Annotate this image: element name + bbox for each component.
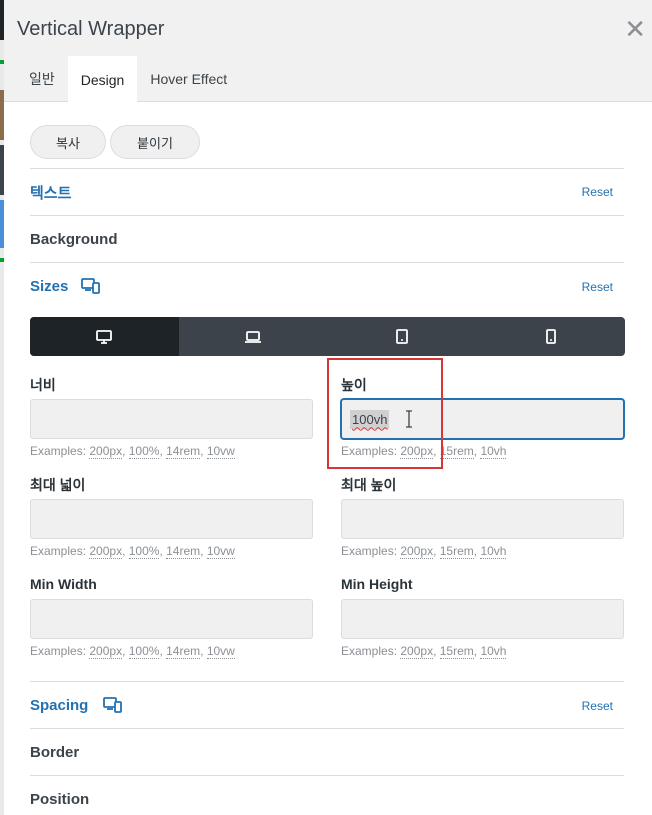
- tab-bar: 일반 Design Hover Effect: [16, 56, 240, 103]
- tab-design[interactable]: Design: [67, 56, 138, 103]
- min-width-input[interactable]: [30, 599, 313, 639]
- paste-button[interactable]: 붙이기: [110, 125, 200, 159]
- min-height-label: Min Height: [341, 576, 413, 592]
- panel-header: Vertical Wrapper ✕ 일반 Design Hover Effec…: [4, 0, 652, 103]
- device-switcher: [30, 317, 625, 356]
- section-border[interactable]: Border: [30, 744, 79, 761]
- tab-general[interactable]: 일반: [16, 56, 68, 102]
- copy-paste-row: 복사 붙이기: [30, 125, 200, 159]
- min-height-input[interactable]: [341, 599, 624, 639]
- section-spacing[interactable]: Spacing: [30, 697, 88, 714]
- height-examples: Examples: 200px, 15rem, 10vh: [341, 444, 507, 459]
- responsive-icon[interactable]: [81, 278, 101, 294]
- responsive-icon[interactable]: [103, 697, 123, 713]
- laptop-icon[interactable]: [179, 317, 328, 356]
- width-label: 너비: [30, 377, 56, 393]
- min-width-examples: Examples: 200px, 100%, 14rem, 10vw: [30, 644, 235, 659]
- section-sizes[interactable]: Sizes: [30, 278, 68, 295]
- max-height-input[interactable]: [341, 499, 624, 539]
- tab-hover-effect[interactable]: Hover Effect: [137, 56, 240, 102]
- min-height-examples: Examples: 200px, 15rem, 10vh: [341, 644, 507, 659]
- panel-title: Vertical Wrapper: [17, 18, 165, 40]
- sizes-reset-link[interactable]: Reset: [582, 280, 613, 294]
- tablet-icon[interactable]: [328, 317, 477, 356]
- divider: [30, 215, 624, 216]
- height-input[interactable]: 100vh: [341, 399, 624, 439]
- divider: [30, 775, 624, 776]
- divider: [30, 262, 624, 263]
- max-height-examples: Examples: 200px, 15rem, 10vh: [341, 544, 507, 559]
- mobile-icon[interactable]: [476, 317, 625, 356]
- close-icon[interactable]: ✕: [624, 14, 646, 44]
- max-width-examples: Examples: 200px, 100%, 14rem, 10vw: [30, 544, 235, 559]
- height-label: 높이: [341, 377, 367, 393]
- copy-button[interactable]: 복사: [30, 125, 106, 159]
- desktop-icon[interactable]: [30, 317, 179, 356]
- divider: [30, 681, 624, 682]
- width-examples: Examples: 200px, 100%, 14rem, 10vw: [30, 444, 235, 459]
- max-height-label: 최대 높이: [341, 477, 397, 493]
- text-cursor-icon: [406, 410, 412, 428]
- max-width-input[interactable]: [30, 499, 313, 539]
- divider: [30, 168, 624, 169]
- width-input[interactable]: [30, 399, 313, 439]
- settings-panel: Vertical Wrapper ✕ 일반 Design Hover Effec…: [4, 0, 652, 815]
- spacing-reset-link[interactable]: Reset: [582, 699, 613, 713]
- section-background[interactable]: Background: [30, 231, 118, 248]
- divider: [30, 728, 624, 729]
- min-width-label: Min Width: [30, 576, 97, 592]
- max-width-label: 최대 넓이: [30, 477, 86, 493]
- section-text[interactable]: 텍스트: [30, 182, 71, 203]
- section-position[interactable]: Position: [30, 791, 89, 808]
- text-reset-link[interactable]: Reset: [582, 185, 613, 199]
